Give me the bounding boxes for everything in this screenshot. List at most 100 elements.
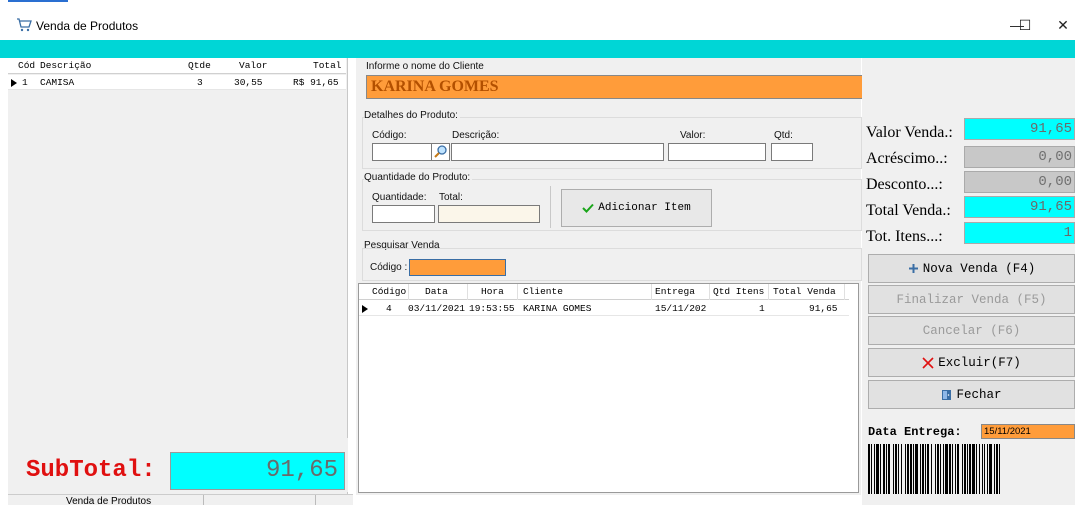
play-row-icon bbox=[362, 305, 368, 313]
group-divider bbox=[550, 186, 551, 228]
col-total-venda[interactable]: Total Venda bbox=[773, 284, 836, 300]
barcode-bar bbox=[876, 444, 879, 494]
fechar-button[interactable]: Fechar bbox=[868, 380, 1075, 409]
valor-venda-label: Valor Venda.: bbox=[866, 124, 953, 141]
barcode-bar bbox=[957, 444, 959, 494]
col-qtde[interactable]: Qtde bbox=[188, 58, 211, 74]
cancelar-button[interactable]: Cancelar (F6) bbox=[868, 316, 1075, 345]
sales-grid[interactable]: Código Data Hora Cliente Entrega Qtd Ite… bbox=[358, 283, 859, 493]
add-item-button[interactable]: Adicionar Item bbox=[561, 189, 712, 227]
cliente-group-title: Informe o nome do Cliente bbox=[366, 61, 484, 72]
col-total[interactable]: Total bbox=[313, 58, 342, 74]
cell-entrega: 15/11/202 bbox=[655, 303, 707, 314]
detalhes-group-title: Detalhes do Produto: bbox=[364, 110, 460, 121]
desconto-input[interactable]: 0,00 bbox=[964, 171, 1075, 193]
barcode-bar bbox=[982, 444, 983, 494]
cell-total-venda: 91,65 bbox=[809, 303, 838, 314]
status-divider bbox=[203, 495, 204, 505]
status-divider bbox=[315, 495, 316, 505]
nova-venda-button[interactable]: Nova Venda (F4) bbox=[868, 254, 1075, 283]
finalizar-venda-button[interactable]: Finalizar Venda (F5) bbox=[868, 285, 1075, 314]
barcode-bar bbox=[976, 444, 977, 494]
col-hora[interactable]: Hora bbox=[481, 284, 504, 300]
column-divider bbox=[408, 284, 409, 300]
barcode-bar bbox=[874, 444, 875, 494]
barcode-bar bbox=[907, 444, 909, 494]
barcode-bar bbox=[955, 444, 956, 494]
subtotal-label: SubTotal: bbox=[26, 457, 156, 484]
total-venda-label: Total Venda.: bbox=[866, 202, 951, 219]
cell-total: R$ 91,65 bbox=[293, 77, 339, 88]
barcode-bar bbox=[962, 444, 963, 494]
col-qtd-itens[interactable]: Qtd Itens bbox=[713, 284, 764, 300]
barcode-bar bbox=[935, 444, 936, 494]
close-button[interactable]: ✕ bbox=[1040, 10, 1075, 40]
status-bar bbox=[8, 494, 353, 505]
col-entrega[interactable]: Entrega bbox=[655, 284, 695, 300]
barcode-bar bbox=[969, 444, 971, 494]
barcode-bar bbox=[967, 444, 968, 494]
col-data[interactable]: Data bbox=[425, 284, 448, 300]
column-divider bbox=[651, 284, 652, 300]
barcode-bar bbox=[994, 444, 995, 494]
cell-codigo: 4 bbox=[386, 303, 392, 314]
tot-itens-label: Tot. Itens...: bbox=[866, 228, 943, 245]
barcode-bar bbox=[940, 444, 941, 494]
pesquisa-codigo-input[interactable] bbox=[409, 259, 506, 276]
barcode-bar bbox=[922, 444, 924, 494]
column-divider bbox=[709, 284, 710, 300]
col-descricao[interactable]: Descrição bbox=[40, 58, 91, 74]
quantidade-input[interactable] bbox=[372, 205, 435, 223]
nova-venda-label: Nova Venda (F4) bbox=[922, 261, 1036, 276]
descricao-input[interactable] bbox=[451, 143, 664, 161]
codigo-input[interactable] bbox=[372, 143, 432, 161]
items-grid[interactable]: Cód Descrição Qtde Valor Total 1 CAMISA … bbox=[8, 58, 346, 438]
data-entrega-input[interactable]: 15/11/2021 bbox=[981, 424, 1075, 439]
column-divider bbox=[517, 284, 518, 300]
col-cod[interactable]: Cód bbox=[18, 58, 35, 74]
table-row[interactable]: 4 03/11/2021 19:53:55 KARINA GOMES 15/11… bbox=[359, 301, 849, 316]
subtotal-value: 91,65 bbox=[170, 452, 345, 490]
status-text: Venda de Produtos bbox=[66, 496, 152, 505]
valor-label: Valor: bbox=[680, 130, 706, 141]
search-product-button[interactable] bbox=[431, 143, 450, 161]
quantidade-label: Quantidade: bbox=[372, 192, 427, 203]
col-codigo[interactable]: Código bbox=[372, 284, 406, 300]
barcode-bar bbox=[937, 444, 939, 494]
col-valor[interactable]: Valor bbox=[239, 58, 268, 74]
valor-input[interactable] bbox=[668, 143, 766, 161]
acrescimo-input[interactable]: 0,00 bbox=[964, 146, 1075, 168]
plus-icon bbox=[908, 264, 918, 273]
barcode-bar bbox=[972, 444, 975, 494]
cart-icon bbox=[17, 18, 32, 32]
checkmark-icon bbox=[582, 203, 595, 213]
window-title: Venda de Produtos bbox=[36, 19, 139, 33]
barcode-bar bbox=[925, 444, 926, 494]
magnifier-icon bbox=[434, 145, 447, 158]
barcode-bar bbox=[893, 444, 894, 494]
barcode-bar bbox=[996, 444, 998, 494]
column-divider bbox=[844, 284, 845, 300]
qtd-input[interactable] bbox=[771, 143, 813, 161]
barcode-bar bbox=[901, 444, 902, 494]
barcode-bar bbox=[910, 444, 912, 494]
barcode-bar bbox=[920, 444, 921, 494]
quantidade-group-title: Quantidade do Produto: bbox=[364, 172, 473, 183]
table-row[interactable]: 1 CAMISA 3 30,55 R$ 91,65 bbox=[8, 75, 346, 90]
cell-qtd-itens: 1 bbox=[759, 303, 765, 314]
col-cliente[interactable]: Cliente bbox=[523, 284, 563, 300]
excluir-button[interactable]: Excluir(F7) bbox=[868, 348, 1075, 377]
add-item-label: Adicionar Item bbox=[598, 202, 691, 214]
barcode-bar bbox=[979, 444, 980, 494]
qtd-label: Qtd: bbox=[774, 130, 793, 141]
desconto-label: Desconto...: bbox=[866, 176, 943, 193]
header-band bbox=[0, 40, 1075, 58]
tot-itens-value: 1 bbox=[964, 222, 1075, 244]
cell-qtde: 3 bbox=[197, 77, 203, 88]
barcode-bar bbox=[871, 444, 872, 494]
cell-cliente: KARINA GOMES bbox=[523, 303, 592, 314]
barcode-bar bbox=[895, 444, 897, 494]
barcode-bar bbox=[987, 444, 988, 494]
barcode-bar bbox=[886, 444, 887, 494]
total-label: Total: bbox=[439, 192, 463, 203]
